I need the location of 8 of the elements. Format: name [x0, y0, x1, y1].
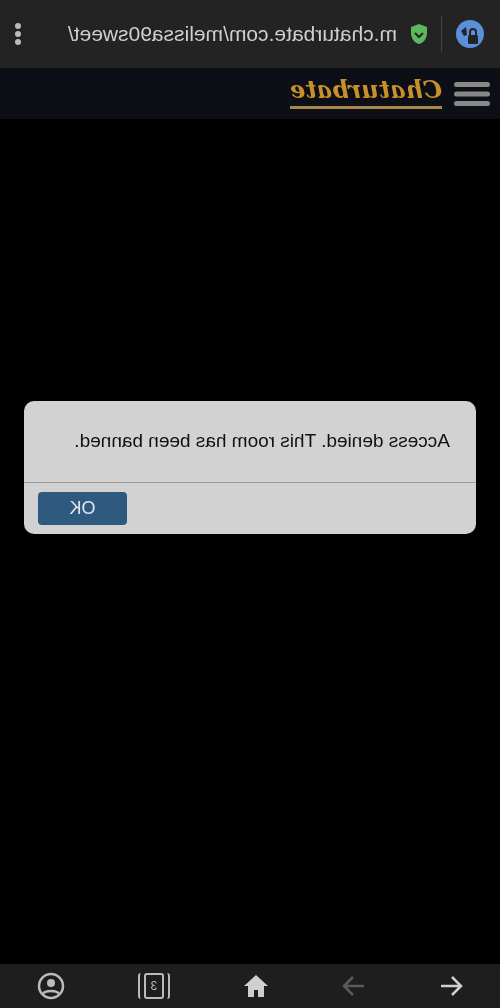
ok-button[interactable]: OK — [38, 491, 127, 525]
site-logo[interactable]: Chaturbate — [290, 78, 442, 109]
profile-icon[interactable] — [36, 972, 65, 1000]
dialog-message: Access denied. This room has been banned. — [73, 429, 451, 453]
site-info-icon[interactable] — [454, 18, 486, 50]
home-icon[interactable] — [243, 974, 270, 998]
more-menu-icon[interactable] — [14, 22, 22, 46]
menu-icon[interactable] — [454, 79, 490, 108]
